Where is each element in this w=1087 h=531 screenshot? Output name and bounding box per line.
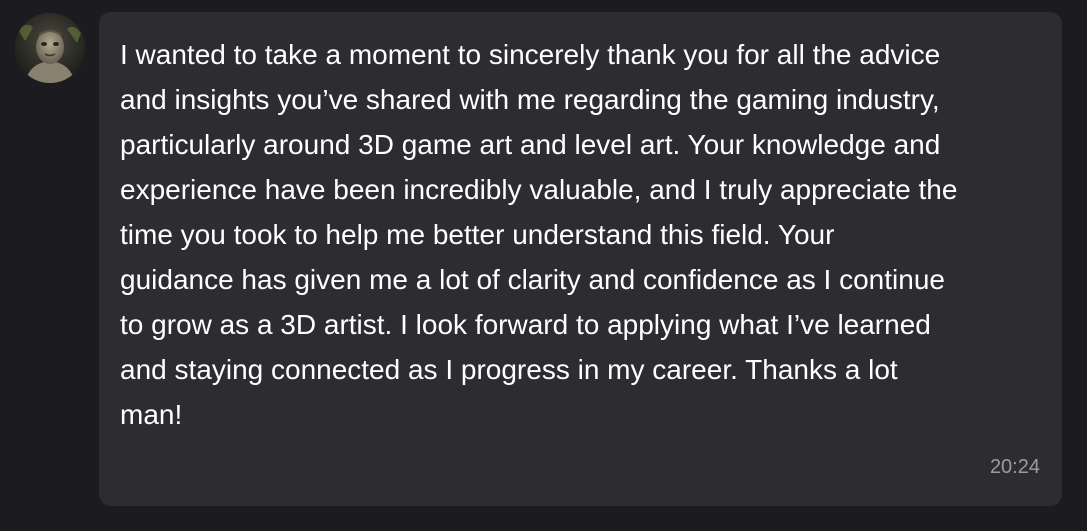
sender-avatar[interactable] xyxy=(15,13,85,83)
message-text: I wanted to take a moment to sincerely t… xyxy=(120,39,958,430)
message-timestamp: 20:24 xyxy=(989,456,1040,478)
message-bubble[interactable]: I wanted to take a moment to sincerely t… xyxy=(99,12,1062,506)
character-avatar-icon xyxy=(15,13,85,83)
chat-view: I wanted to take a moment to sincerely t… xyxy=(0,0,1087,531)
